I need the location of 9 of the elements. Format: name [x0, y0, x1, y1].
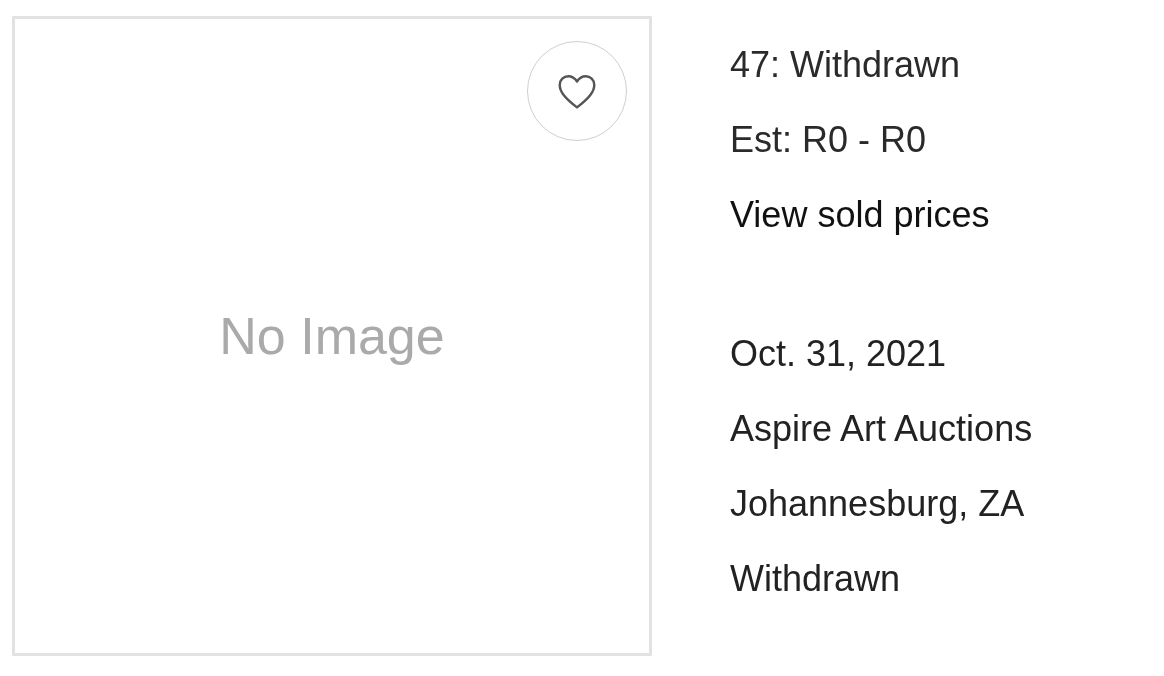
sale-detail: Johannesburg, ZA: [730, 482, 1026, 526]
lot-detail: Est: R0 - R0: [730, 118, 928, 162]
no-image-text: No Image: [219, 306, 445, 367]
sale-detail: Withdrawn: [730, 557, 902, 601]
heart-icon: [556, 72, 598, 110]
lot-detail: 47: Withdrawn: [730, 43, 962, 87]
sale-detail: Oct. 31, 2021: [730, 332, 948, 376]
sold-prices-link[interactable]: View sold prices: [730, 177, 1033, 252]
sale-detail: Aspire Art Auctions: [730, 407, 1033, 451]
